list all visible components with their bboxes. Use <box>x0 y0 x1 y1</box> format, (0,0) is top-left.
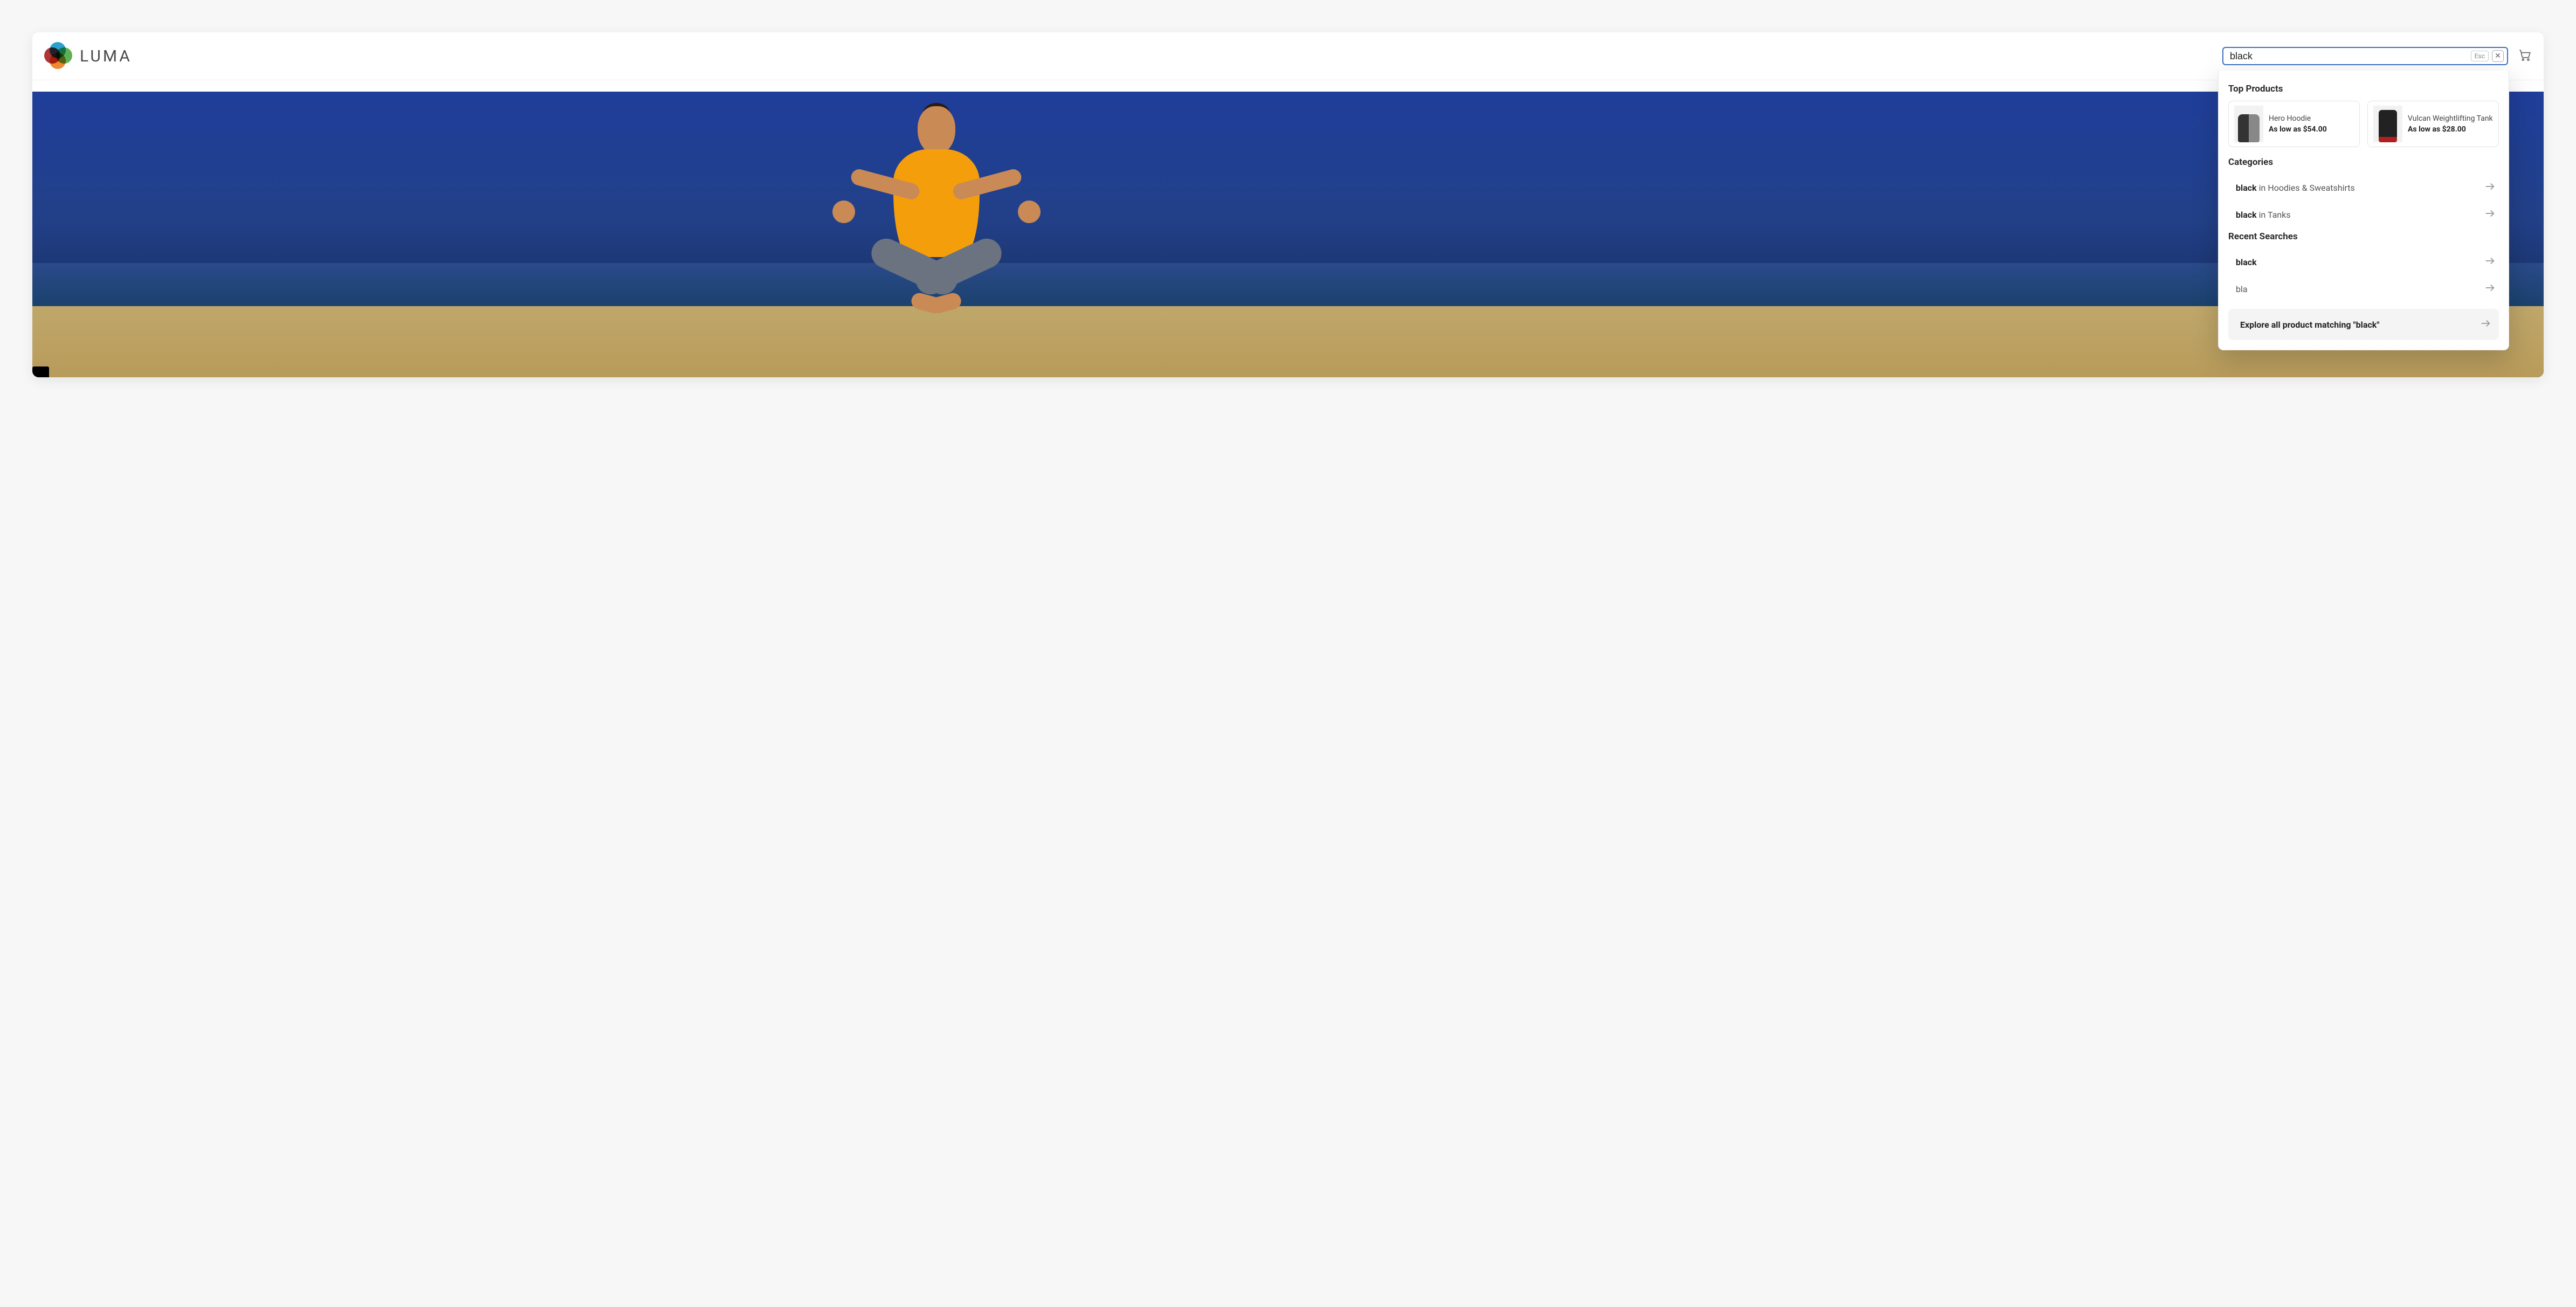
category-suggestion[interactable]: black in Hoodies & Sweatshirts <box>2228 174 2499 201</box>
top-products-row: Hero Hoodie As low as $54.00 Vulcan Weig… <box>2228 101 2499 147</box>
arrow-right-icon <box>2479 317 2491 331</box>
product-price: As low as $54.00 <box>2269 125 2327 134</box>
recent-search-item[interactable]: black <box>2228 248 2499 275</box>
arrow-right-icon <box>2484 208 2496 222</box>
category-suggestion[interactable]: black in Tanks <box>2228 201 2499 228</box>
product-thumb-icon <box>2373 106 2402 142</box>
explore-all-button[interactable]: Explore all product matching "black" <box>2228 309 2499 340</box>
category-text: black in Tanks <box>2236 210 2291 220</box>
brand-name: LUMA <box>80 47 132 66</box>
search-box[interactable]: Esc ✕ <box>2222 47 2508 65</box>
logo-icon <box>44 42 72 70</box>
top-bar: LUMA Esc ✕ Top Products <box>32 32 2544 80</box>
arrow-right-icon <box>2484 181 2496 195</box>
arrow-right-icon <box>2484 255 2496 269</box>
product-card[interactable]: Hero Hoodie As low as $54.00 <box>2228 101 2360 147</box>
top-right: Esc ✕ Top Products Hero Hoodie As low as… <box>2222 47 2532 65</box>
explore-label: Explore all product matching "black" <box>2240 320 2379 330</box>
query-suffix: in Tanks <box>2257 210 2291 220</box>
page-card: LUMA Esc ✕ Top Products <box>32 32 2544 377</box>
product-name: Vulcan Weightlifting Tank <box>2408 114 2493 123</box>
recent-search-item[interactable]: bla <box>2228 275 2499 302</box>
query-suffix: in Hoodies & Sweatshirts <box>2257 183 2355 193</box>
query-bold: black <box>2236 183 2257 193</box>
hero-banner <box>32 92 2544 377</box>
query-bold: black <box>2236 210 2257 220</box>
esc-key-hint: Esc <box>2471 51 2489 61</box>
categories-title: Categories <box>2228 157 2499 168</box>
search-wrap: Esc ✕ Top Products Hero Hoodie As low as… <box>2222 47 2508 65</box>
close-icon: ✕ <box>2495 52 2501 60</box>
product-thumb-icon <box>2234 106 2263 142</box>
cart-icon[interactable] <box>2518 48 2532 64</box>
search-dropdown: Top Products Hero Hoodie As low as $54.0… <box>2218 71 2509 350</box>
recent-text: bla <box>2236 284 2248 294</box>
clear-search-button[interactable]: ✕ <box>2492 50 2504 62</box>
product-name: Hero Hoodie <box>2269 114 2327 123</box>
recent-searches-title: Recent Searches <box>2228 231 2499 242</box>
status-url-chip <box>32 366 49 377</box>
arrow-right-icon <box>2484 282 2496 296</box>
product-price: As low as $28.00 <box>2408 125 2493 134</box>
brand[interactable]: LUMA <box>44 42 132 70</box>
top-products-title: Top Products <box>2228 84 2499 94</box>
product-info: Vulcan Weightlifting Tank As low as $28.… <box>2408 114 2493 134</box>
product-card[interactable]: Vulcan Weightlifting Tank As low as $28.… <box>2367 101 2499 147</box>
recent-text: black <box>2236 257 2257 267</box>
hero-figure <box>823 106 1050 359</box>
category-text: black in Hoodies & Sweatshirts <box>2236 183 2355 193</box>
product-info: Hero Hoodie As low as $54.00 <box>2269 114 2327 134</box>
search-input[interactable] <box>2230 51 2471 62</box>
recent-label: bla <box>2236 284 2248 294</box>
recent-label: black <box>2236 257 2257 267</box>
